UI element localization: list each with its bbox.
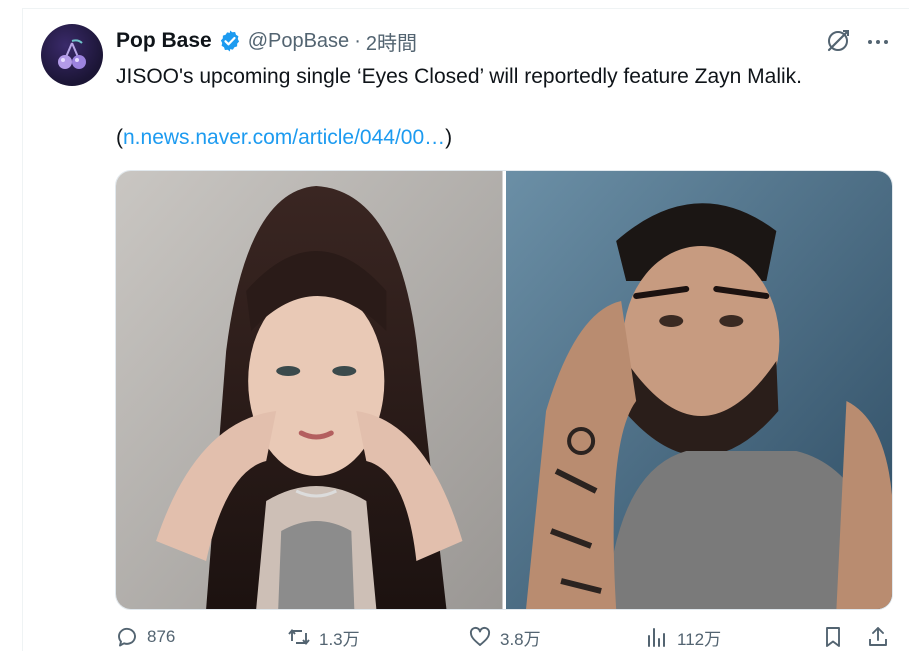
like-icon	[469, 626, 491, 646]
views-icon	[648, 628, 665, 647]
separator-dot: ·	[354, 29, 361, 52]
reply-button[interactable]: 876	[115, 624, 175, 650]
link-open-paren: (	[116, 126, 123, 149]
like-button[interactable]: 3.8万	[468, 624, 541, 650]
verified-badge-icon	[220, 30, 239, 52]
article-link[interactable]: n.news.naver.com/article/044/00…	[123, 126, 445, 149]
media-photo-right[interactable]	[505, 171, 892, 609]
timestamp[interactable]: 2時間	[366, 27, 417, 56]
share-icon	[869, 627, 887, 646]
retweet-count: 1.3万	[319, 629, 360, 649]
top-divider	[22, 8, 909, 9]
like-count: 3.8万	[500, 629, 541, 649]
user-handle[interactable]: @PopBase	[248, 30, 349, 53]
grok-icon[interactable]	[825, 28, 851, 54]
views-button[interactable]: 112万	[645, 624, 721, 650]
tweet-media	[115, 170, 893, 610]
retweet-button[interactable]: 1.3万	[287, 624, 360, 650]
reply-count: 876	[147, 627, 176, 646]
tweet-header: Pop Base @PopBase · 2時間	[116, 27, 417, 56]
link-close-paren: )	[445, 126, 453, 149]
media-photo-left[interactable]	[116, 171, 503, 609]
tweet-link-line: (n.news.naver.com/article/044/00…)	[116, 124, 452, 152]
photo-man-image	[505, 171, 892, 609]
left-divider	[22, 8, 23, 651]
display-name[interactable]: Pop Base	[116, 29, 212, 53]
retweet-icon	[288, 629, 310, 645]
avatar[interactable]	[41, 24, 103, 86]
share-button[interactable]	[866, 624, 898, 650]
tweet-text: JISOO's upcoming single ‘Eyes Closed’ wi…	[116, 65, 803, 88]
reply-icon	[118, 627, 136, 647]
tweet-actions: 876 1.3万 3.8万 112万	[115, 624, 895, 654]
more-icon[interactable]	[866, 30, 890, 54]
view-count: 112万	[677, 629, 722, 649]
cherry-logo-icon	[58, 39, 86, 69]
bookmark-button[interactable]	[821, 624, 853, 650]
photo-woman-image	[116, 171, 503, 609]
bookmark-icon	[826, 627, 840, 647]
